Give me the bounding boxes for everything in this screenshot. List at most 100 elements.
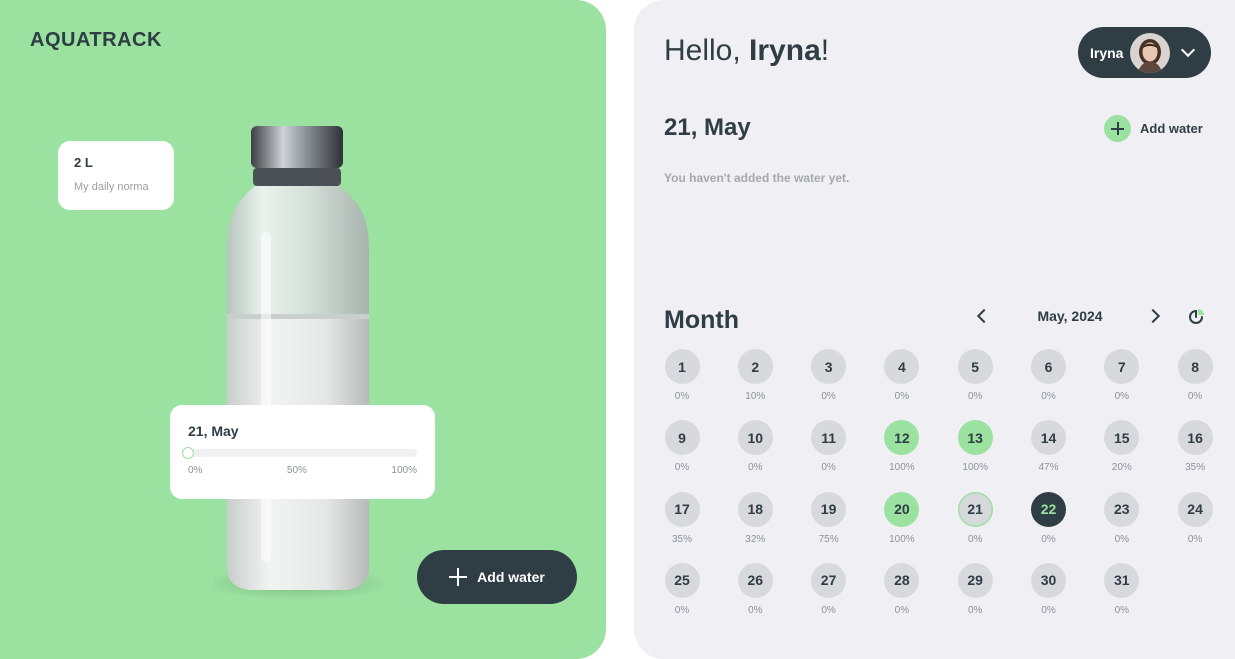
calendar-day-4[interactable]: 4 0% — [882, 349, 922, 402]
calendar-day-25[interactable]: 25 0% — [662, 562, 702, 616]
calendar-day-button[interactable]: 24 — [1177, 491, 1213, 527]
calendar-day-3[interactable]: 3 0% — [809, 349, 849, 402]
chevron-right-icon — [1145, 308, 1161, 324]
calendar-day-11[interactable]: 11 0% — [809, 420, 849, 473]
calendar-day-22[interactable]: 22 0% — [1029, 491, 1069, 545]
calendar-day-26[interactable]: 26 0% — [735, 562, 775, 616]
calendar-day-19[interactable]: 19 75% — [809, 491, 849, 545]
calendar-day-button[interactable]: 1 — [664, 349, 700, 384]
calendar-day-15[interactable]: 15 20% — [1102, 420, 1142, 473]
calendar-day-13[interactable]: 13 100% — [955, 420, 995, 473]
add-water-link-label: Add water — [1140, 121, 1203, 136]
calendar-day-button[interactable]: 31 — [1104, 562, 1140, 598]
calendar-day-31[interactable]: 31 0% — [1102, 562, 1142, 616]
calendar-day-button[interactable]: 26 — [737, 562, 773, 598]
calendar-day-percent: 10% — [745, 391, 766, 402]
calendar-day-percent: 0% — [1114, 604, 1130, 616]
add-water-link[interactable]: Add water — [1104, 115, 1203, 142]
calendar-day-10[interactable]: 10 0% — [735, 420, 775, 473]
calendar-day-8[interactable]: 8 0% — [1175, 349, 1215, 402]
calendar-day-button[interactable]: 12 — [884, 420, 920, 456]
daily-norma-value: 2 L — [74, 155, 93, 170]
calendar-day-button[interactable]: 10 — [737, 420, 773, 456]
calendar-day-percent: 47% — [1038, 462, 1059, 474]
calendar-day-button[interactable]: 7 — [1104, 349, 1140, 384]
calendar-day-percent: 75% — [818, 533, 839, 545]
greeting-suffix: ! — [820, 34, 830, 67]
calendar-day-button[interactable]: 13 — [957, 420, 993, 456]
calendar-day-percent: 0% — [821, 604, 836, 616]
calendar-day-2[interactable]: 2 10% — [735, 349, 775, 402]
calendar-day-17[interactable]: 17 35% — [662, 491, 702, 545]
calendar-day-button[interactable]: 29 — [957, 562, 993, 598]
calendar-day-button[interactable]: 15 — [1104, 420, 1140, 456]
calendar-day-button[interactable]: 28 — [884, 562, 920, 598]
calendar-day-percent: 0% — [967, 391, 983, 402]
left-panel: AQUATRACK 2 L My daily norma 21, May 0% … — [0, 0, 606, 659]
prev-month-button[interactable] — [970, 305, 994, 329]
calendar-day-button[interactable]: 30 — [1031, 562, 1066, 598]
calendar-day-29[interactable]: 29 0% — [955, 562, 995, 616]
calendar-day-23[interactable]: 23 0% — [1102, 491, 1142, 545]
calendar-day-button[interactable]: 9 — [664, 420, 700, 456]
calendar-day-button[interactable]: 22 — [1031, 491, 1066, 527]
calendar-day-1[interactable]: 1 0% — [662, 349, 702, 402]
calendar-day-percent: 100% — [889, 462, 915, 474]
calendar-day-9[interactable]: 9 0% — [662, 420, 702, 473]
stats-button[interactable] — [1186, 307, 1206, 327]
calendar-day-30[interactable]: 30 0% — [1029, 562, 1069, 616]
calendar-day-button[interactable]: 11 — [811, 420, 847, 456]
calendar-day-button[interactable]: 16 — [1177, 420, 1213, 456]
calendar-day-button[interactable]: 17 — [664, 491, 700, 527]
bottle-image — [213, 126, 383, 600]
greeting-name: Iryna — [749, 34, 821, 67]
calendar-day-percent: 0% — [748, 462, 763, 474]
calendar-day-percent: 0% — [1187, 533, 1203, 545]
daily-norma-label: My daily norma — [74, 181, 149, 193]
user-menu-button[interactable]: Iryna — [1078, 27, 1211, 78]
calendar-day-percent: 0% — [894, 391, 910, 402]
calendar-day-button[interactable]: 18 — [737, 491, 773, 527]
calendar-day-button[interactable]: 14 — [1031, 420, 1066, 456]
calendar-day-button[interactable]: 4 — [884, 349, 920, 384]
calendar-day-button[interactable]: 23 — [1104, 491, 1140, 527]
calendar-day-button[interactable]: 27 — [811, 562, 847, 598]
add-water-button[interactable]: Add water — [417, 550, 577, 604]
progress-tick-100: 100% — [391, 465, 417, 476]
today-progress-card: 21, May 0% 50% 100% — [170, 405, 435, 499]
calendar-day-24[interactable]: 24 0% — [1175, 491, 1215, 545]
calendar-day-button[interactable]: 5 — [957, 349, 993, 384]
calendar-day-12[interactable]: 12 100% — [882, 420, 922, 473]
calendar-day-7[interactable]: 7 0% — [1102, 349, 1142, 402]
calendar-day-16[interactable]: 16 35% — [1175, 420, 1215, 473]
calendar-day-button[interactable]: 8 — [1177, 349, 1213, 384]
progress-ticks: 0% 50% 100% — [188, 465, 417, 476]
calendar-day-button[interactable]: 3 — [811, 349, 847, 384]
app-logo[interactable]: AQUATRACK — [30, 29, 162, 52]
progress-track — [182, 447, 417, 459]
calendar-day-button[interactable]: 19 — [811, 491, 847, 527]
calendar-day-button[interactable]: 20 — [884, 491, 920, 527]
calendar-day-percent: 0% — [674, 604, 690, 616]
calendar-day-27[interactable]: 27 0% — [809, 562, 849, 616]
calendar-day-button[interactable]: 2 — [737, 349, 773, 384]
calendar-day-21[interactable]: 21 0% — [955, 491, 995, 545]
calendar-day-6[interactable]: 6 0% — [1029, 349, 1069, 402]
calendar-day-percent: 0% — [1041, 533, 1056, 545]
right-panel: Hello, Iryna! Iryna 21, May Add water Yo… — [634, 0, 1235, 659]
calendar-day-28[interactable]: 28 0% — [882, 562, 922, 616]
progress-knob[interactable] — [182, 447, 194, 459]
daily-norma-card: 2 L My daily norma — [58, 141, 174, 210]
calendar-day-percent: 0% — [967, 604, 983, 616]
calendar-day-5[interactable]: 5 0% — [955, 349, 995, 402]
calendar-day-percent: 32% — [745, 533, 766, 545]
calendar-day-button[interactable]: 25 — [664, 562, 700, 598]
calendar-day-14[interactable]: 14 47% — [1029, 420, 1069, 473]
calendar-day-18[interactable]: 18 32% — [735, 491, 775, 545]
calendar-day-20[interactable]: 20 100% — [882, 491, 922, 545]
calendar-day-percent: 0% — [674, 391, 690, 402]
progress-tick-0: 0% — [188, 465, 203, 476]
calendar-day-button[interactable]: 6 — [1031, 349, 1066, 384]
next-month-button[interactable] — [1144, 305, 1168, 329]
calendar-day-button[interactable]: 21 — [957, 491, 993, 527]
